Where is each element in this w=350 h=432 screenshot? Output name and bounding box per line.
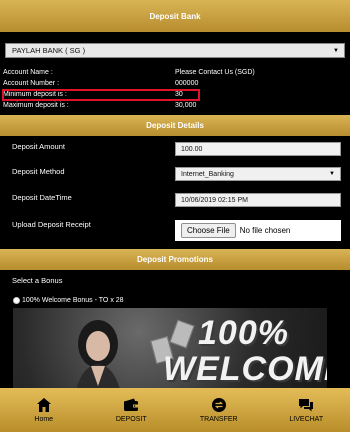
nav-transfer[interactable]: TRANSFER — [179, 388, 259, 432]
no-file-text: No file chosen — [239, 226, 291, 235]
chevron-down-icon: ▼ — [333, 47, 339, 54]
chevron-down-icon: ▼ — [329, 171, 335, 177]
deposit-details-title: Deposit Details — [146, 121, 204, 130]
deposit-promotions-header: Deposit Promotions — [0, 249, 350, 270]
deposit-amount-value: 100.00 — [181, 145, 203, 153]
wallet-icon — [124, 398, 139, 411]
welcome-bonus-banner[interactable]: 100% WELCOME — [13, 308, 327, 388]
deposit-method-select[interactable]: Internet_Banking ▼ — [175, 167, 341, 181]
deposit-datetime-label: Deposit DateTime — [12, 193, 72, 202]
deposit-amount-input[interactable]: 100.00 — [175, 142, 341, 156]
bottom-nav: Home DEPOSIT TRANSFER LIVECHAT — [0, 388, 350, 432]
nav-livechat-label: LIVECHAT — [289, 416, 324, 423]
account-name-value: Please Contact Us (SGD) — [175, 69, 255, 76]
nav-livechat[interactable]: LIVECHAT — [266, 388, 346, 432]
nav-deposit-label: DEPOSIT — [115, 416, 147, 423]
nav-transfer-label: TRANSFER — [199, 416, 238, 423]
deposit-amount-label: Deposit Amount — [12, 142, 65, 151]
choose-file-button[interactable]: Choose File — [181, 223, 236, 238]
nav-home-label: Home — [34, 416, 54, 423]
transfer-icon — [211, 398, 226, 412]
max-deposit-value: 30,000 — [175, 102, 197, 109]
deposit-bank-title: Deposit Bank — [149, 11, 201, 21]
deposit-datetime-value: 10/06/2019 02:15 PM — [181, 196, 248, 204]
account-number-label: Account Number : — [3, 80, 60, 87]
deposit-datetime-input[interactable]: 10/06/2019 02:15 PM — [175, 193, 341, 207]
deposit-bank-header: Deposit Bank — [0, 0, 350, 32]
account-number-value: 000000 — [175, 80, 199, 87]
banner-percent-text: 100% — [198, 314, 289, 352]
deposit-method-value: Internet_Banking — [181, 170, 234, 178]
select-bonus-label: Select a Bonus — [12, 276, 63, 285]
account-name-label: Account Name : — [3, 69, 53, 76]
banner-welcome-text: WELCOME — [163, 350, 327, 388]
deposit-details-header: Deposit Details — [0, 115, 350, 136]
bank-select-value: PAYLAH BANK ( SG ) — [12, 46, 86, 55]
upload-receipt-field: Choose File No file chosen — [175, 220, 341, 241]
chat-icon — [299, 399, 314, 412]
bonus-radio[interactable] — [13, 297, 20, 304]
nav-home[interactable]: Home — [4, 388, 84, 432]
min-deposit-highlight — [2, 89, 200, 101]
deposit-method-label: Deposit Method — [12, 167, 65, 176]
deposit-page: Deposit Bank PAYLAH BANK ( SG ) ▼ Accoun… — [0, 0, 350, 432]
card-decoration — [169, 319, 195, 349]
home-icon — [36, 398, 51, 412]
bonus-option-label: 100% Welcome Bonus - TO x 28 — [22, 297, 124, 304]
max-deposit-label: Maximum deposit is : — [3, 102, 69, 109]
bank-select[interactable]: PAYLAH BANK ( SG ) ▼ — [5, 43, 345, 58]
nav-deposit[interactable]: DEPOSIT — [91, 388, 171, 432]
model-image — [76, 320, 120, 388]
deposit-promotions-title: Deposit Promotions — [136, 255, 213, 264]
bonus-option[interactable]: 100% Welcome Bonus - TO x 28 — [13, 297, 124, 304]
upload-receipt-label: Upload Deposit Receipt — [12, 220, 91, 229]
